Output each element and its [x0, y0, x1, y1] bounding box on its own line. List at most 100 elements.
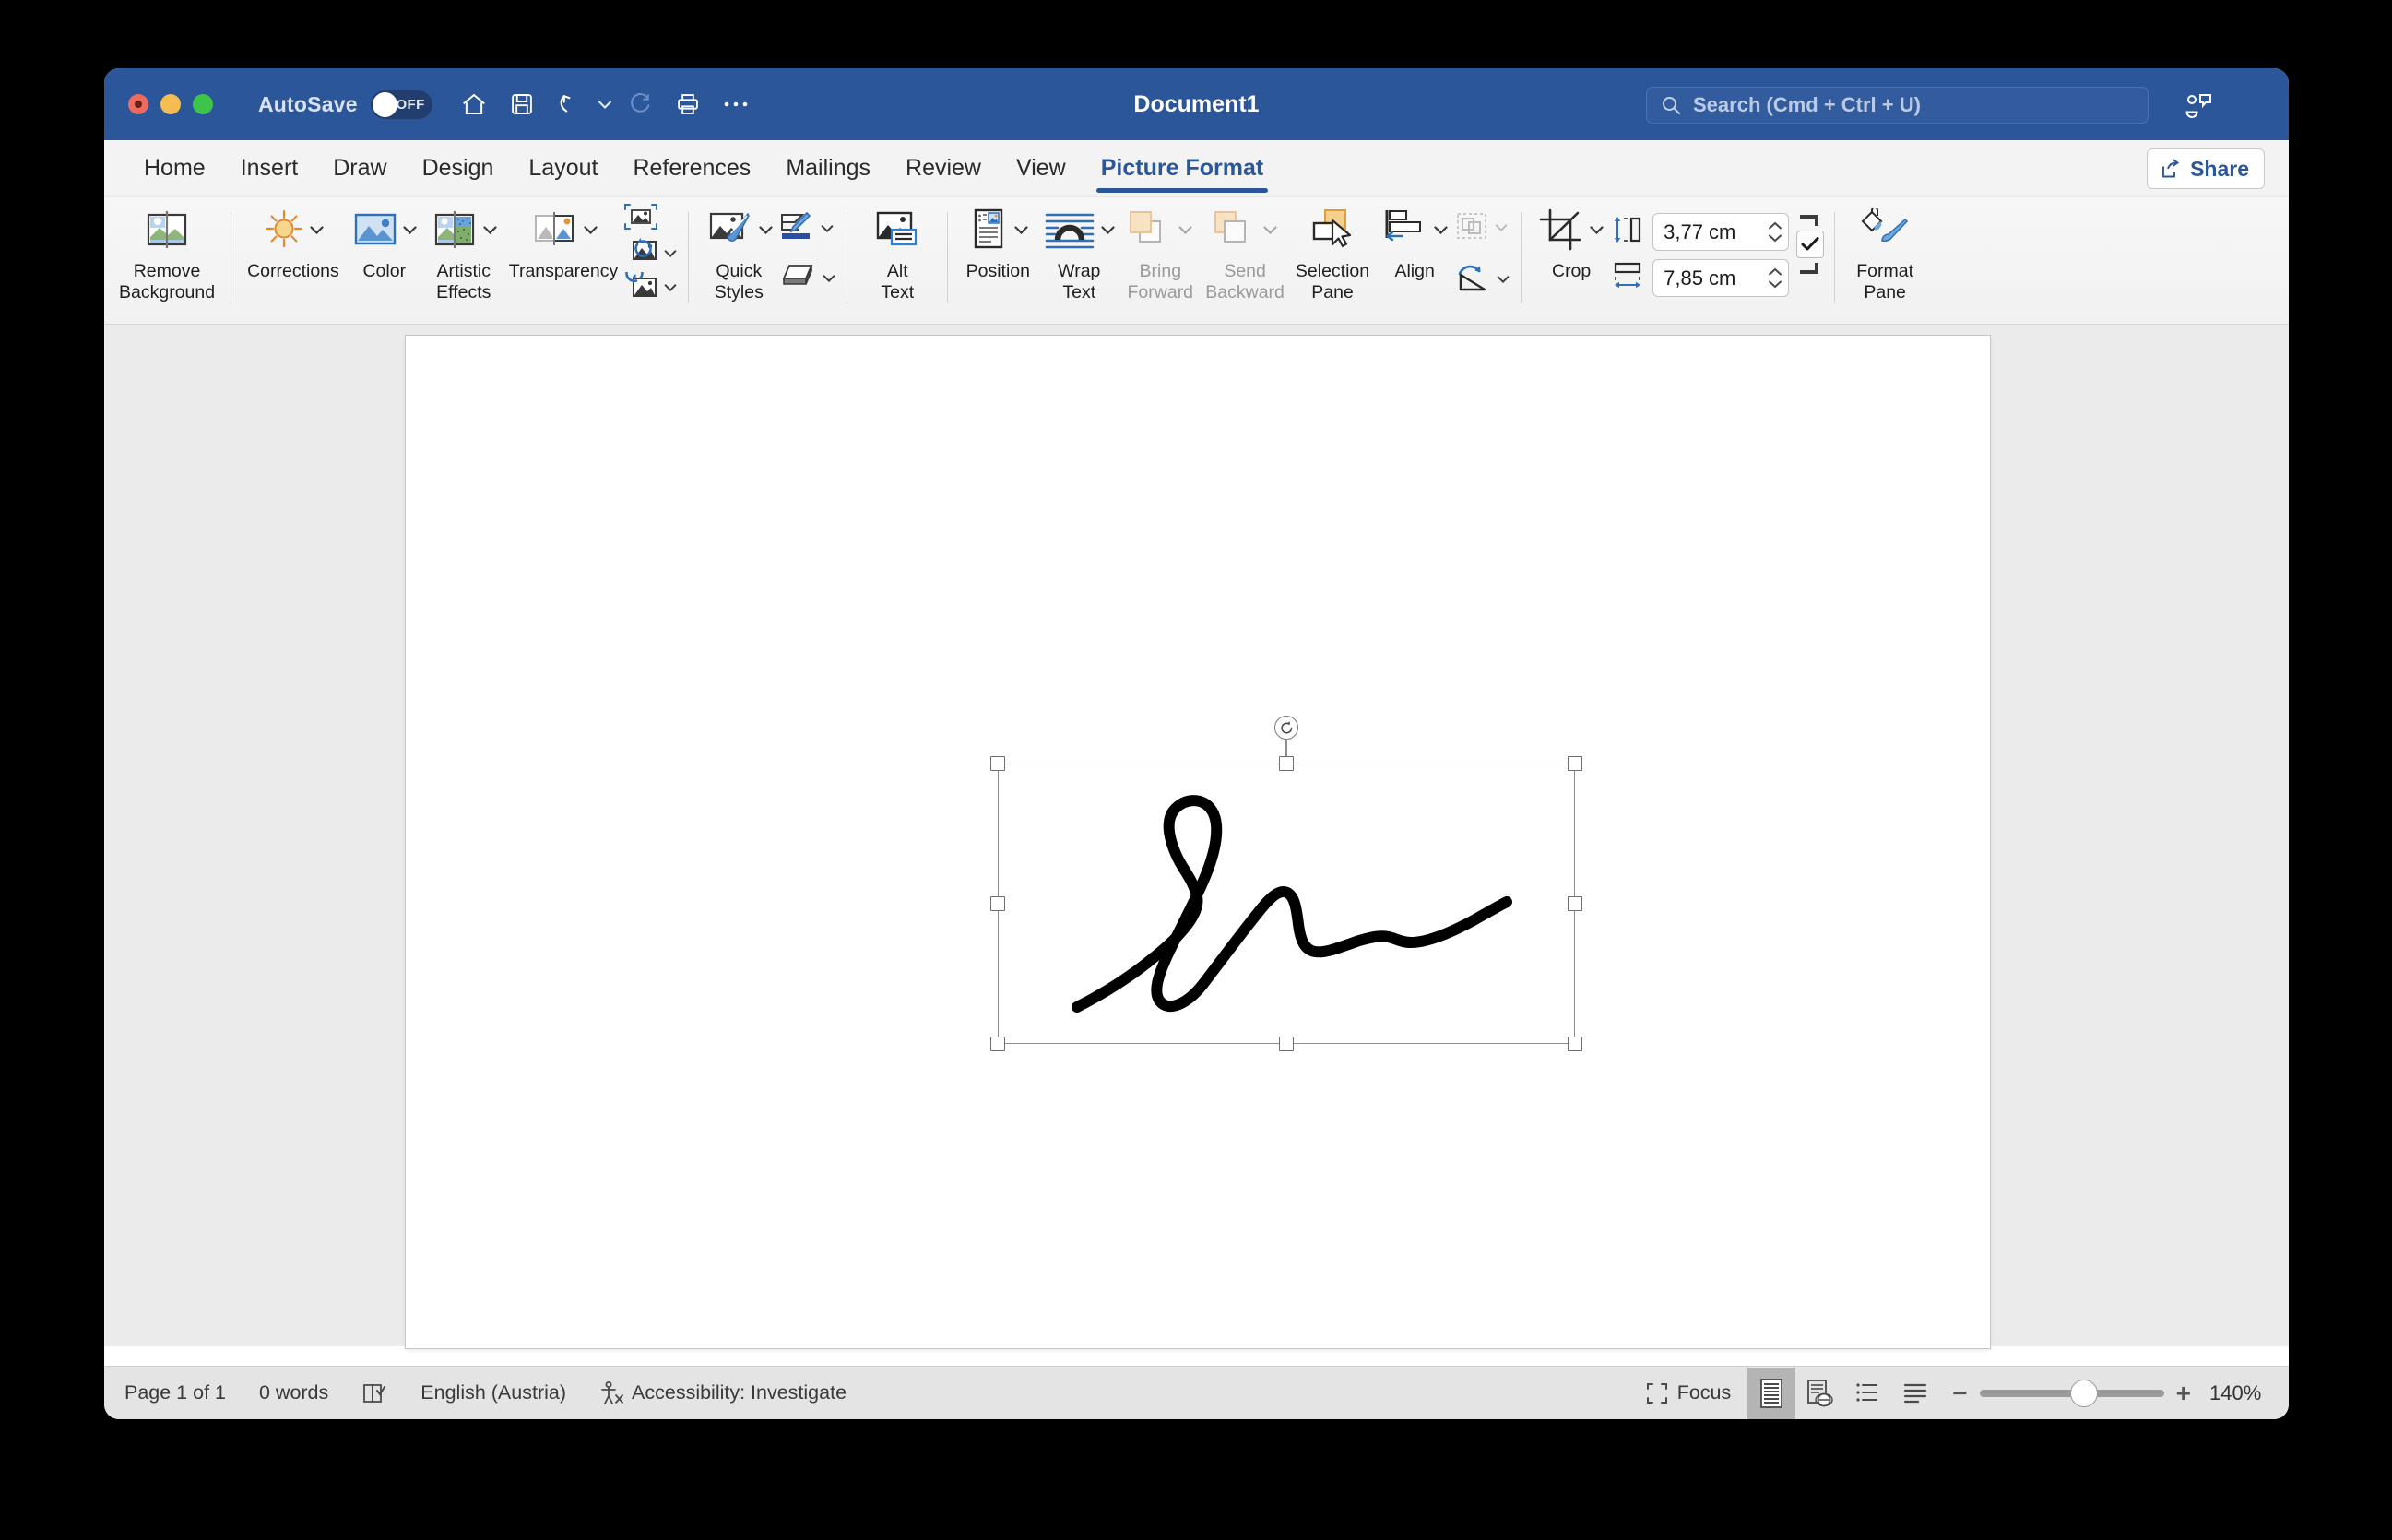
- color-caret-icon[interactable]: [403, 205, 418, 255]
- transparency-caret-icon[interactable]: [583, 205, 598, 255]
- undo-dropdown-caret-icon[interactable]: [597, 101, 613, 109]
- position-button[interactable]: Position: [958, 197, 1037, 282]
- focus-button[interactable]: Focus: [1645, 1381, 1731, 1405]
- accessibility-status[interactable]: Accessibility: Investigate: [599, 1380, 847, 1406]
- tab-layout[interactable]: Layout: [511, 140, 615, 197]
- shape-height-spinner[interactable]: [1768, 221, 1782, 243]
- rotate-objects-caret-icon[interactable]: [1496, 266, 1510, 293]
- zoom-out-button[interactable]: −: [1952, 1380, 1967, 1406]
- share-icon: [2162, 159, 2180, 178]
- crop-button[interactable]: Crop: [1532, 197, 1611, 282]
- zoom-level-label[interactable]: 140%: [2209, 1381, 2268, 1405]
- lock-aspect-ratio-checkbox[interactable]: [1796, 231, 1825, 258]
- minimize-window-button[interactable]: [160, 94, 181, 114]
- resize-handle-bottom-center[interactable]: [1279, 1037, 1294, 1051]
- selected-picture[interactable]: [990, 716, 1582, 1051]
- lock-aspect-ratio-control[interactable]: [1796, 197, 1825, 275]
- change-picture-caret-icon[interactable]: [663, 240, 678, 267]
- document-canvas[interactable]: [104, 325, 2289, 1348]
- resize-handle-top-center[interactable]: [1279, 756, 1294, 771]
- home-icon[interactable]: [453, 83, 495, 125]
- transparency-button[interactable]: Transparency: [503, 197, 624, 282]
- language-status[interactable]: English (Austria): [420, 1381, 566, 1404]
- shape-width-spinner[interactable]: [1768, 267, 1782, 289]
- wrap-text-caret-icon[interactable]: [1100, 205, 1115, 255]
- tab-home[interactable]: Home: [126, 140, 223, 197]
- artistic-effects-button[interactable]: Artistic Effects: [424, 197, 503, 303]
- remove-background-label-1: Remove: [133, 261, 201, 281]
- wrap-text-button[interactable]: Wrap Text: [1037, 197, 1120, 303]
- shape-height-input[interactable]: 3,77 cm: [1652, 213, 1790, 251]
- alt-text-button[interactable]: Alt Text: [858, 197, 937, 303]
- proofing-status[interactable]: [361, 1381, 387, 1405]
- resize-handle-bottom-left[interactable]: [990, 1037, 1005, 1051]
- rotate-handle-icon[interactable]: [1274, 716, 1298, 740]
- close-window-button[interactable]: [128, 94, 148, 114]
- resize-handle-bottom-right[interactable]: [1568, 1037, 1582, 1051]
- word-count-status[interactable]: 0 words: [259, 1381, 328, 1404]
- outline-view-button[interactable]: [1843, 1368, 1891, 1419]
- zoom-in-button[interactable]: +: [2176, 1380, 2191, 1406]
- selection-pane-button[interactable]: Selection Pane: [1290, 197, 1375, 303]
- document-page[interactable]: [406, 336, 1990, 1348]
- color-label: Color: [362, 261, 407, 281]
- resize-handle-middle-right[interactable]: [1568, 896, 1582, 911]
- reset-picture-caret-icon[interactable]: [663, 274, 678, 302]
- zoom-knob[interactable]: [2069, 1379, 2098, 1407]
- more-icon[interactable]: [715, 83, 757, 125]
- tab-insert[interactable]: Insert: [223, 140, 316, 197]
- bring-forward-icon: [1128, 205, 1174, 255]
- align-caret-icon[interactable]: [1433, 205, 1448, 255]
- picture-effects-caret-icon[interactable]: [822, 265, 836, 292]
- artistic-effects-caret-icon[interactable]: [483, 205, 498, 255]
- draft-view-button[interactable]: [1891, 1368, 1939, 1419]
- quick-styles-button[interactable]: Quick Styles: [699, 197, 778, 303]
- undo-icon[interactable]: [549, 83, 591, 125]
- tab-review[interactable]: Review: [888, 140, 999, 197]
- zoom-window-button[interactable]: [193, 94, 213, 114]
- print-icon[interactable]: [667, 83, 709, 125]
- change-picture-button[interactable]: [623, 237, 678, 269]
- autosave-toggle[interactable]: OFF: [370, 89, 432, 119]
- save-icon[interactable]: [501, 83, 543, 125]
- transparency-icon: [529, 205, 579, 255]
- quick-styles-caret-icon[interactable]: [758, 205, 773, 255]
- tab-view[interactable]: View: [999, 140, 1084, 197]
- color-button[interactable]: Color: [345, 197, 424, 282]
- picture-effects-button[interactable]: [778, 262, 836, 295]
- shape-width-input[interactable]: 7,85 cm: [1652, 259, 1790, 297]
- picture-border-caret-icon[interactable]: [820, 215, 835, 243]
- tab-draw[interactable]: Draw: [315, 140, 404, 197]
- share-button[interactable]: Share: [2147, 148, 2265, 189]
- zoom-slider[interactable]: − +: [1952, 1379, 2191, 1407]
- corrections-button[interactable]: Corrections: [242, 197, 345, 282]
- print-layout-view-button[interactable]: [1747, 1367, 1796, 1419]
- align-icon: [1381, 205, 1429, 255]
- crop-caret-icon[interactable]: [1589, 205, 1604, 255]
- remove-background-button[interactable]: Remove Background: [113, 197, 220, 303]
- compress-pictures-button[interactable]: [623, 203, 678, 235]
- picture-border-button[interactable]: [778, 211, 836, 245]
- rotate-objects-button[interactable]: [1454, 263, 1510, 296]
- page-number-status[interactable]: Page 1 of 1: [124, 1381, 226, 1404]
- resize-handle-top-left[interactable]: [990, 756, 1005, 771]
- zoom-track[interactable]: [1979, 1379, 2164, 1407]
- resize-handle-top-right[interactable]: [1568, 756, 1582, 771]
- tab-design[interactable]: Design: [405, 140, 512, 197]
- format-pane-button[interactable]: Format Pane: [1845, 197, 1924, 303]
- resize-handle-middle-left[interactable]: [990, 896, 1005, 911]
- position-caret-icon[interactable]: [1013, 205, 1028, 255]
- tab-references[interactable]: References: [615, 140, 768, 197]
- search-input[interactable]: Search (Cmd + Ctrl + U): [1646, 87, 2149, 124]
- tab-mailings[interactable]: Mailings: [768, 140, 888, 197]
- web-layout-view-button[interactable]: [1795, 1368, 1843, 1419]
- align-button[interactable]: Align: [1375, 197, 1454, 282]
- bring-forward-label-1: Bring: [1139, 261, 1182, 281]
- lock-aspect-corner-bottom-icon: [1800, 263, 1819, 274]
- reset-picture-button[interactable]: [623, 264, 678, 304]
- tab-picture-format[interactable]: Picture Format: [1084, 140, 1281, 197]
- handwritten-signature-image[interactable]: [1001, 767, 1571, 1040]
- corrections-caret-icon[interactable]: [310, 205, 325, 255]
- quick-access-toolbar: [453, 83, 757, 125]
- collaborators-icon[interactable]: [2180, 89, 2217, 124]
